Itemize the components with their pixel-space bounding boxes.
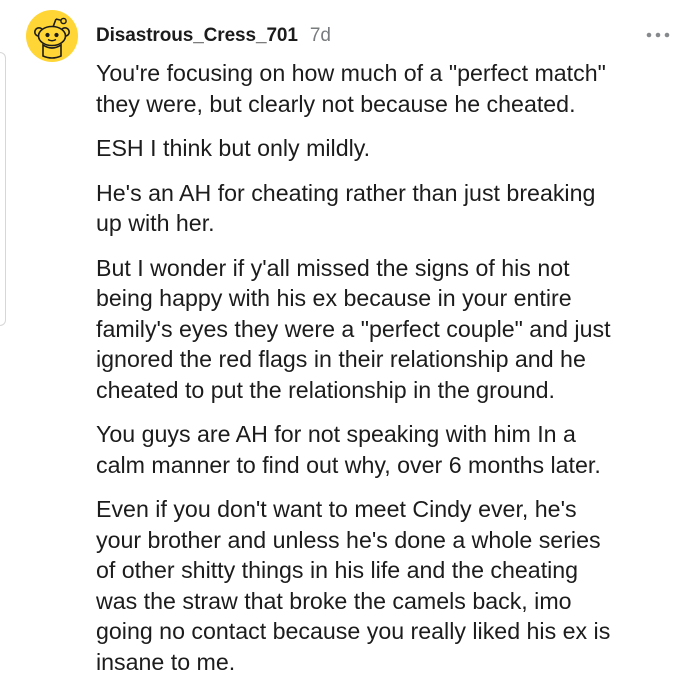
timestamp: 7d [309,25,331,46]
comment: Disastrous_Cress_701 7d You're focusing … [0,0,700,697]
comment-paragraph: You guys are AH for not speaking with hi… [96,421,601,478]
comment-paragraph: You're focusing on how much of a "perfec… [96,60,606,117]
comment-header: Disastrous_Cress_701 7d [96,22,331,50]
comment-body: You're focusing on how much of a "perfec… [96,58,686,691]
snoo-avatar-icon[interactable] [26,10,78,62]
more-options-button[interactable] [640,24,676,46]
more-options-icon [646,32,670,38]
comment-paragraph: ESH I think but only mildly. [96,135,371,161]
comment-paragraph: But I wonder if y'all missed the signs o… [96,254,611,403]
username[interactable]: Disastrous_Cress_701 [96,25,298,47]
comment-paragraph: Even if you don't want to meet Cindy eve… [96,496,611,675]
comment-paragraph: He's an AH for cheating rather than just… [96,179,596,237]
